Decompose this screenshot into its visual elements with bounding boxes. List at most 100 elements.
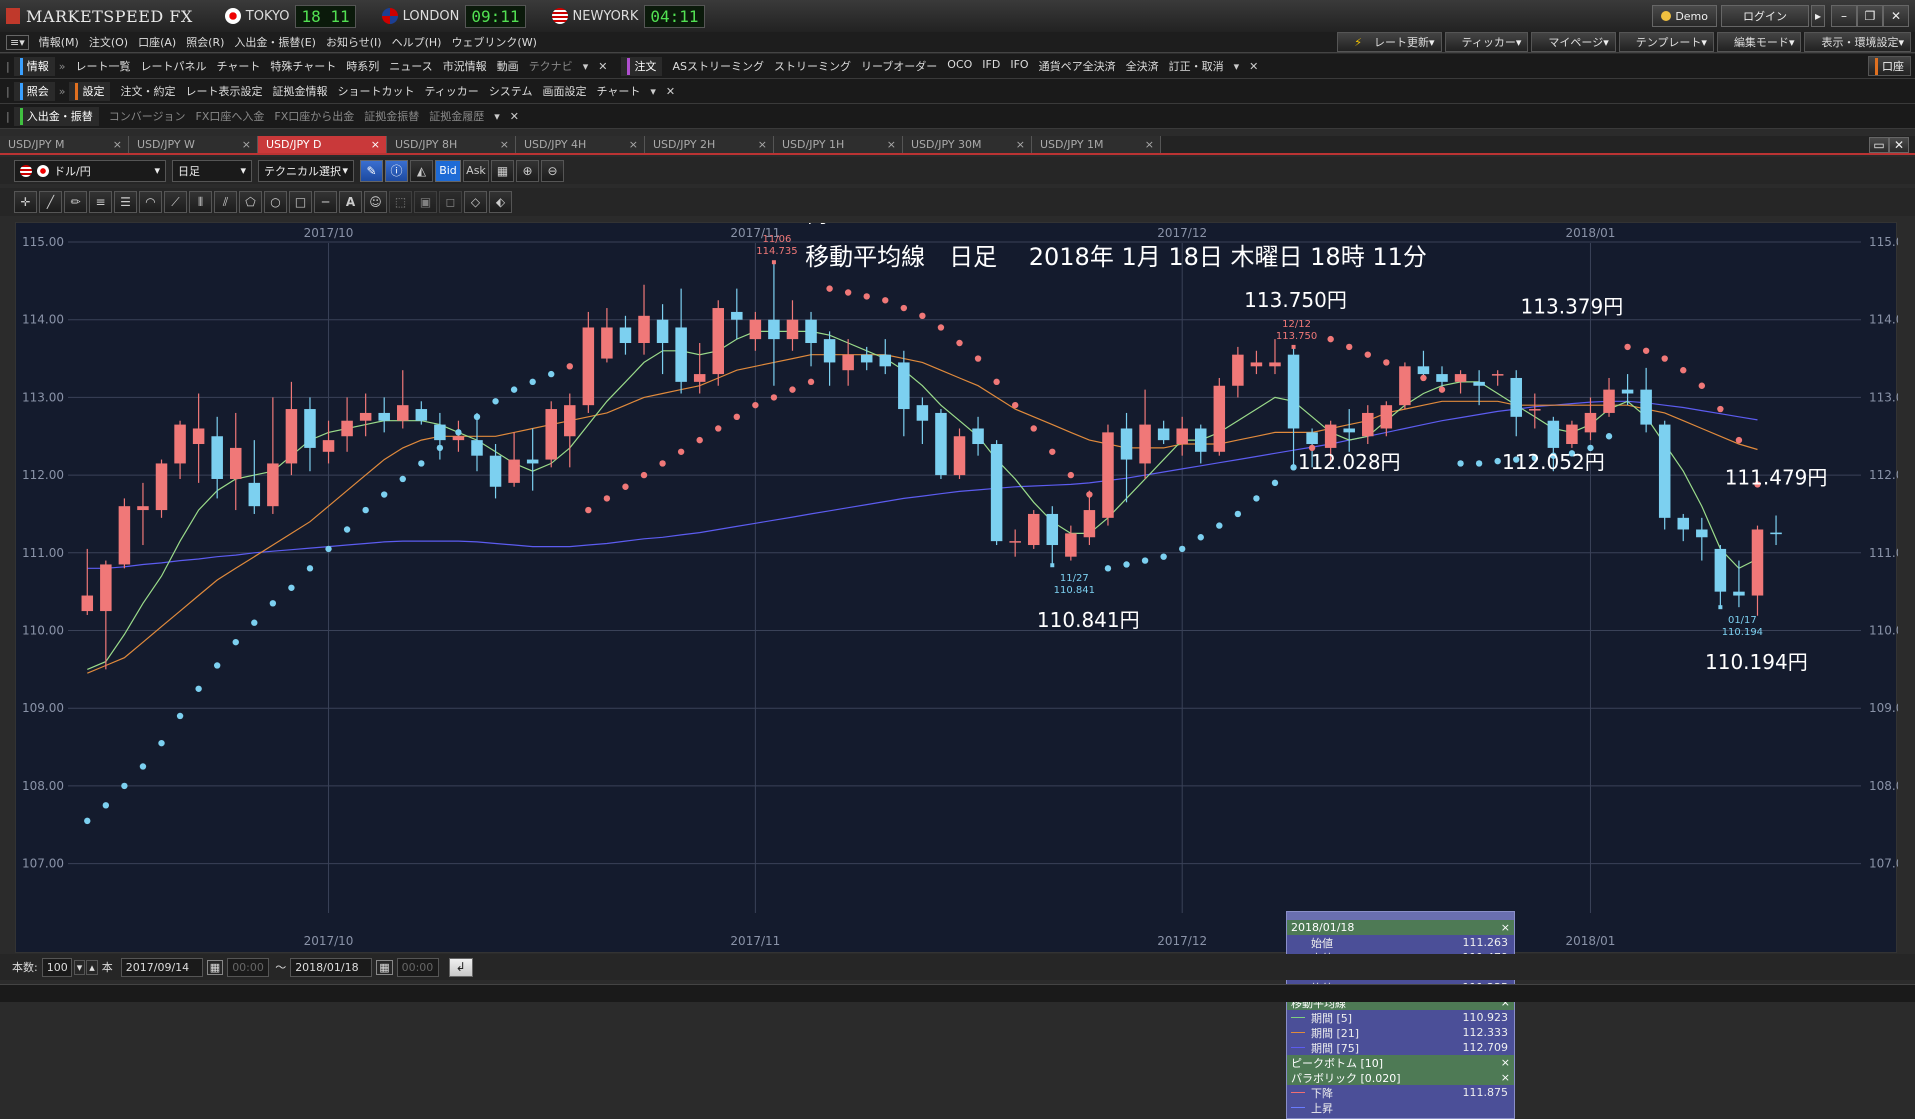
- count-down-icon[interactable]: ▾: [73, 959, 86, 975]
- candle[interactable]: [916, 397, 929, 445]
- row2-dropdown-icon[interactable]: ▾: [650, 85, 656, 98]
- from-time-input[interactable]: 00:00: [227, 957, 270, 977]
- toolbar-item[interactable]: ティッカー: [424, 83, 478, 99]
- restore-icon[interactable]: ❐: [1857, 5, 1883, 27]
- candle[interactable]: [1714, 545, 1727, 608]
- tab-chart[interactable]: USD/JPY W ×: [129, 136, 258, 153]
- toolbar-item[interactable]: テクナビ: [529, 58, 573, 74]
- peak-close-icon[interactable]: ×: [1501, 1056, 1510, 1069]
- trendline-icon[interactable]: ╱: [39, 191, 62, 213]
- group-settings[interactable]: 設定: [69, 81, 111, 101]
- candle[interactable]: [898, 350, 910, 437]
- from-calendar-icon[interactable]: ▦: [206, 959, 224, 975]
- candle[interactable]: [1343, 409, 1355, 452]
- candle[interactable]: [1362, 405, 1374, 445]
- candle[interactable]: [452, 420, 465, 452]
- candle[interactable]: [638, 284, 650, 355]
- candle[interactable]: [359, 393, 372, 437]
- chart-area[interactable]: 107.00 107.00 108.00 108.00 109.00 109.00 110.…: [15, 203, 1911, 1119]
- candle[interactable]: [1176, 416, 1188, 456]
- toolbar-item[interactable]: OCO: [947, 58, 972, 74]
- edit-mode-button[interactable]: 編集モード ▾: [1716, 32, 1802, 52]
- info-icon[interactable]: ⓘ: [385, 159, 408, 182]
- account-button[interactable]: 口座: [1868, 56, 1911, 76]
- pentagon-icon[interactable]: ⬠: [239, 191, 262, 213]
- toolbar-item[interactable]: リーブオーダー: [861, 58, 937, 74]
- candle[interactable]: [1417, 350, 1430, 378]
- tab-chart[interactable]: USD/JPY 1H ×: [774, 136, 903, 153]
- hline-icon[interactable]: ─: [314, 191, 337, 213]
- demo-button[interactable]: Demo: [1652, 5, 1717, 27]
- template-button[interactable]: テンプレート ▾: [1618, 32, 1714, 52]
- tab-chart[interactable]: USD/JPY 8H ×: [387, 136, 516, 153]
- order-dropdown-icon[interactable]: ▾: [1234, 60, 1240, 73]
- tab-chart[interactable]: USD/JPY M ×: [0, 136, 129, 153]
- ask-button[interactable]: Ask: [463, 159, 489, 182]
- bid-button[interactable]: Bid: [435, 159, 461, 182]
- toolbar-item[interactable]: ストリーミング: [774, 58, 851, 74]
- candle[interactable]: [1640, 367, 1652, 433]
- candle[interactable]: [1157, 420, 1170, 445]
- login-button[interactable]: ログイン: [1721, 5, 1809, 27]
- to-date-input[interactable]: 2018/01/18: [290, 957, 373, 977]
- toolbar-item[interactable]: 証拠金情報: [272, 83, 327, 99]
- group-inquiry[interactable]: 照会: [13, 81, 55, 101]
- menu-item[interactable]: ヘルプ(H): [392, 34, 442, 50]
- close-icon[interactable]: ✕: [1883, 5, 1909, 27]
- zoom-out-icon[interactable]: ⊖: [541, 159, 564, 182]
- technical-select[interactable]: テクニカル選択 ▾: [258, 159, 354, 182]
- candle[interactable]: [1473, 370, 1485, 406]
- order-close-icon[interactable]: ✕: [1249, 60, 1258, 73]
- candle[interactable]: [100, 560, 112, 670]
- toolbar-item[interactable]: 証拠金振替: [364, 108, 419, 124]
- candle[interactable]: [675, 288, 687, 394]
- candle[interactable]: [1269, 339, 1281, 375]
- pen-icon[interactable]: ✎: [360, 159, 383, 182]
- candle[interactable]: [155, 459, 168, 518]
- candle[interactable]: [619, 315, 632, 355]
- candle[interactable]: [1677, 513, 1690, 542]
- rectangle-icon[interactable]: □: [289, 191, 312, 213]
- tab-maximize-icon[interactable]: ▭: [1869, 136, 1889, 153]
- candle[interactable]: [1696, 517, 1708, 561]
- candle[interactable]: [397, 370, 409, 429]
- candle[interactable]: [322, 420, 335, 464]
- candle[interactable]: [1250, 350, 1263, 375]
- tab-close-icon[interactable]: ×: [500, 138, 509, 151]
- tag-delete-icon[interactable]: ⬖: [489, 191, 512, 213]
- candle[interactable]: [1083, 490, 1096, 546]
- chart-window-icon[interactable]: ▦: [491, 159, 514, 182]
- toolbar-item[interactable]: コンバージョン: [109, 108, 186, 124]
- display-settings-button[interactable]: 表示・環境設定 ▾: [1804, 32, 1911, 52]
- row1-dropdown-icon[interactable]: ▾: [583, 60, 589, 73]
- candle[interactable]: [712, 300, 725, 386]
- candle[interactable]: [174, 420, 186, 479]
- delete-all-icon[interactable]: ▣: [414, 191, 437, 213]
- candle[interactable]: [1139, 389, 1151, 479]
- candle[interactable]: [1770, 515, 1782, 546]
- candle[interactable]: [823, 331, 836, 386]
- candle[interactable]: [601, 308, 613, 363]
- candle[interactable]: [1194, 424, 1207, 464]
- menu-item[interactable]: 照会(R): [186, 34, 224, 50]
- candle[interactable]: [1584, 397, 1597, 441]
- candle[interactable]: [248, 440, 261, 514]
- tag-icon[interactable]: ◇: [464, 191, 487, 213]
- toolbar-item[interactable]: レート表示設定: [185, 83, 262, 99]
- toolbar-item[interactable]: チャート: [596, 83, 640, 99]
- hide-icon[interactable]: ◻: [439, 191, 462, 213]
- toolbar-item[interactable]: ニュース: [389, 58, 432, 74]
- tab-chart[interactable]: USD/JPY 30M ×: [903, 136, 1032, 153]
- row3-close-icon[interactable]: ✕: [510, 110, 519, 123]
- tab-close-icon[interactable]: ×: [113, 138, 122, 151]
- crosshair-icon[interactable]: ✛: [14, 191, 37, 213]
- candle[interactable]: [434, 412, 446, 460]
- candle[interactable]: [471, 412, 483, 472]
- area-chart-icon[interactable]: ◭: [410, 159, 433, 182]
- data-window-grip[interactable]: [1287, 912, 1514, 920]
- fibonacci-arc-icon[interactable]: ◠: [139, 191, 162, 213]
- menu-item[interactable]: お知らせ(I): [326, 34, 382, 50]
- toolbar-item[interactable]: IFD: [982, 58, 1000, 74]
- rate-update-button[interactable]: ⚡ レート更新 ▾: [1337, 32, 1442, 52]
- zoom-in-icon[interactable]: ⊕: [516, 159, 539, 182]
